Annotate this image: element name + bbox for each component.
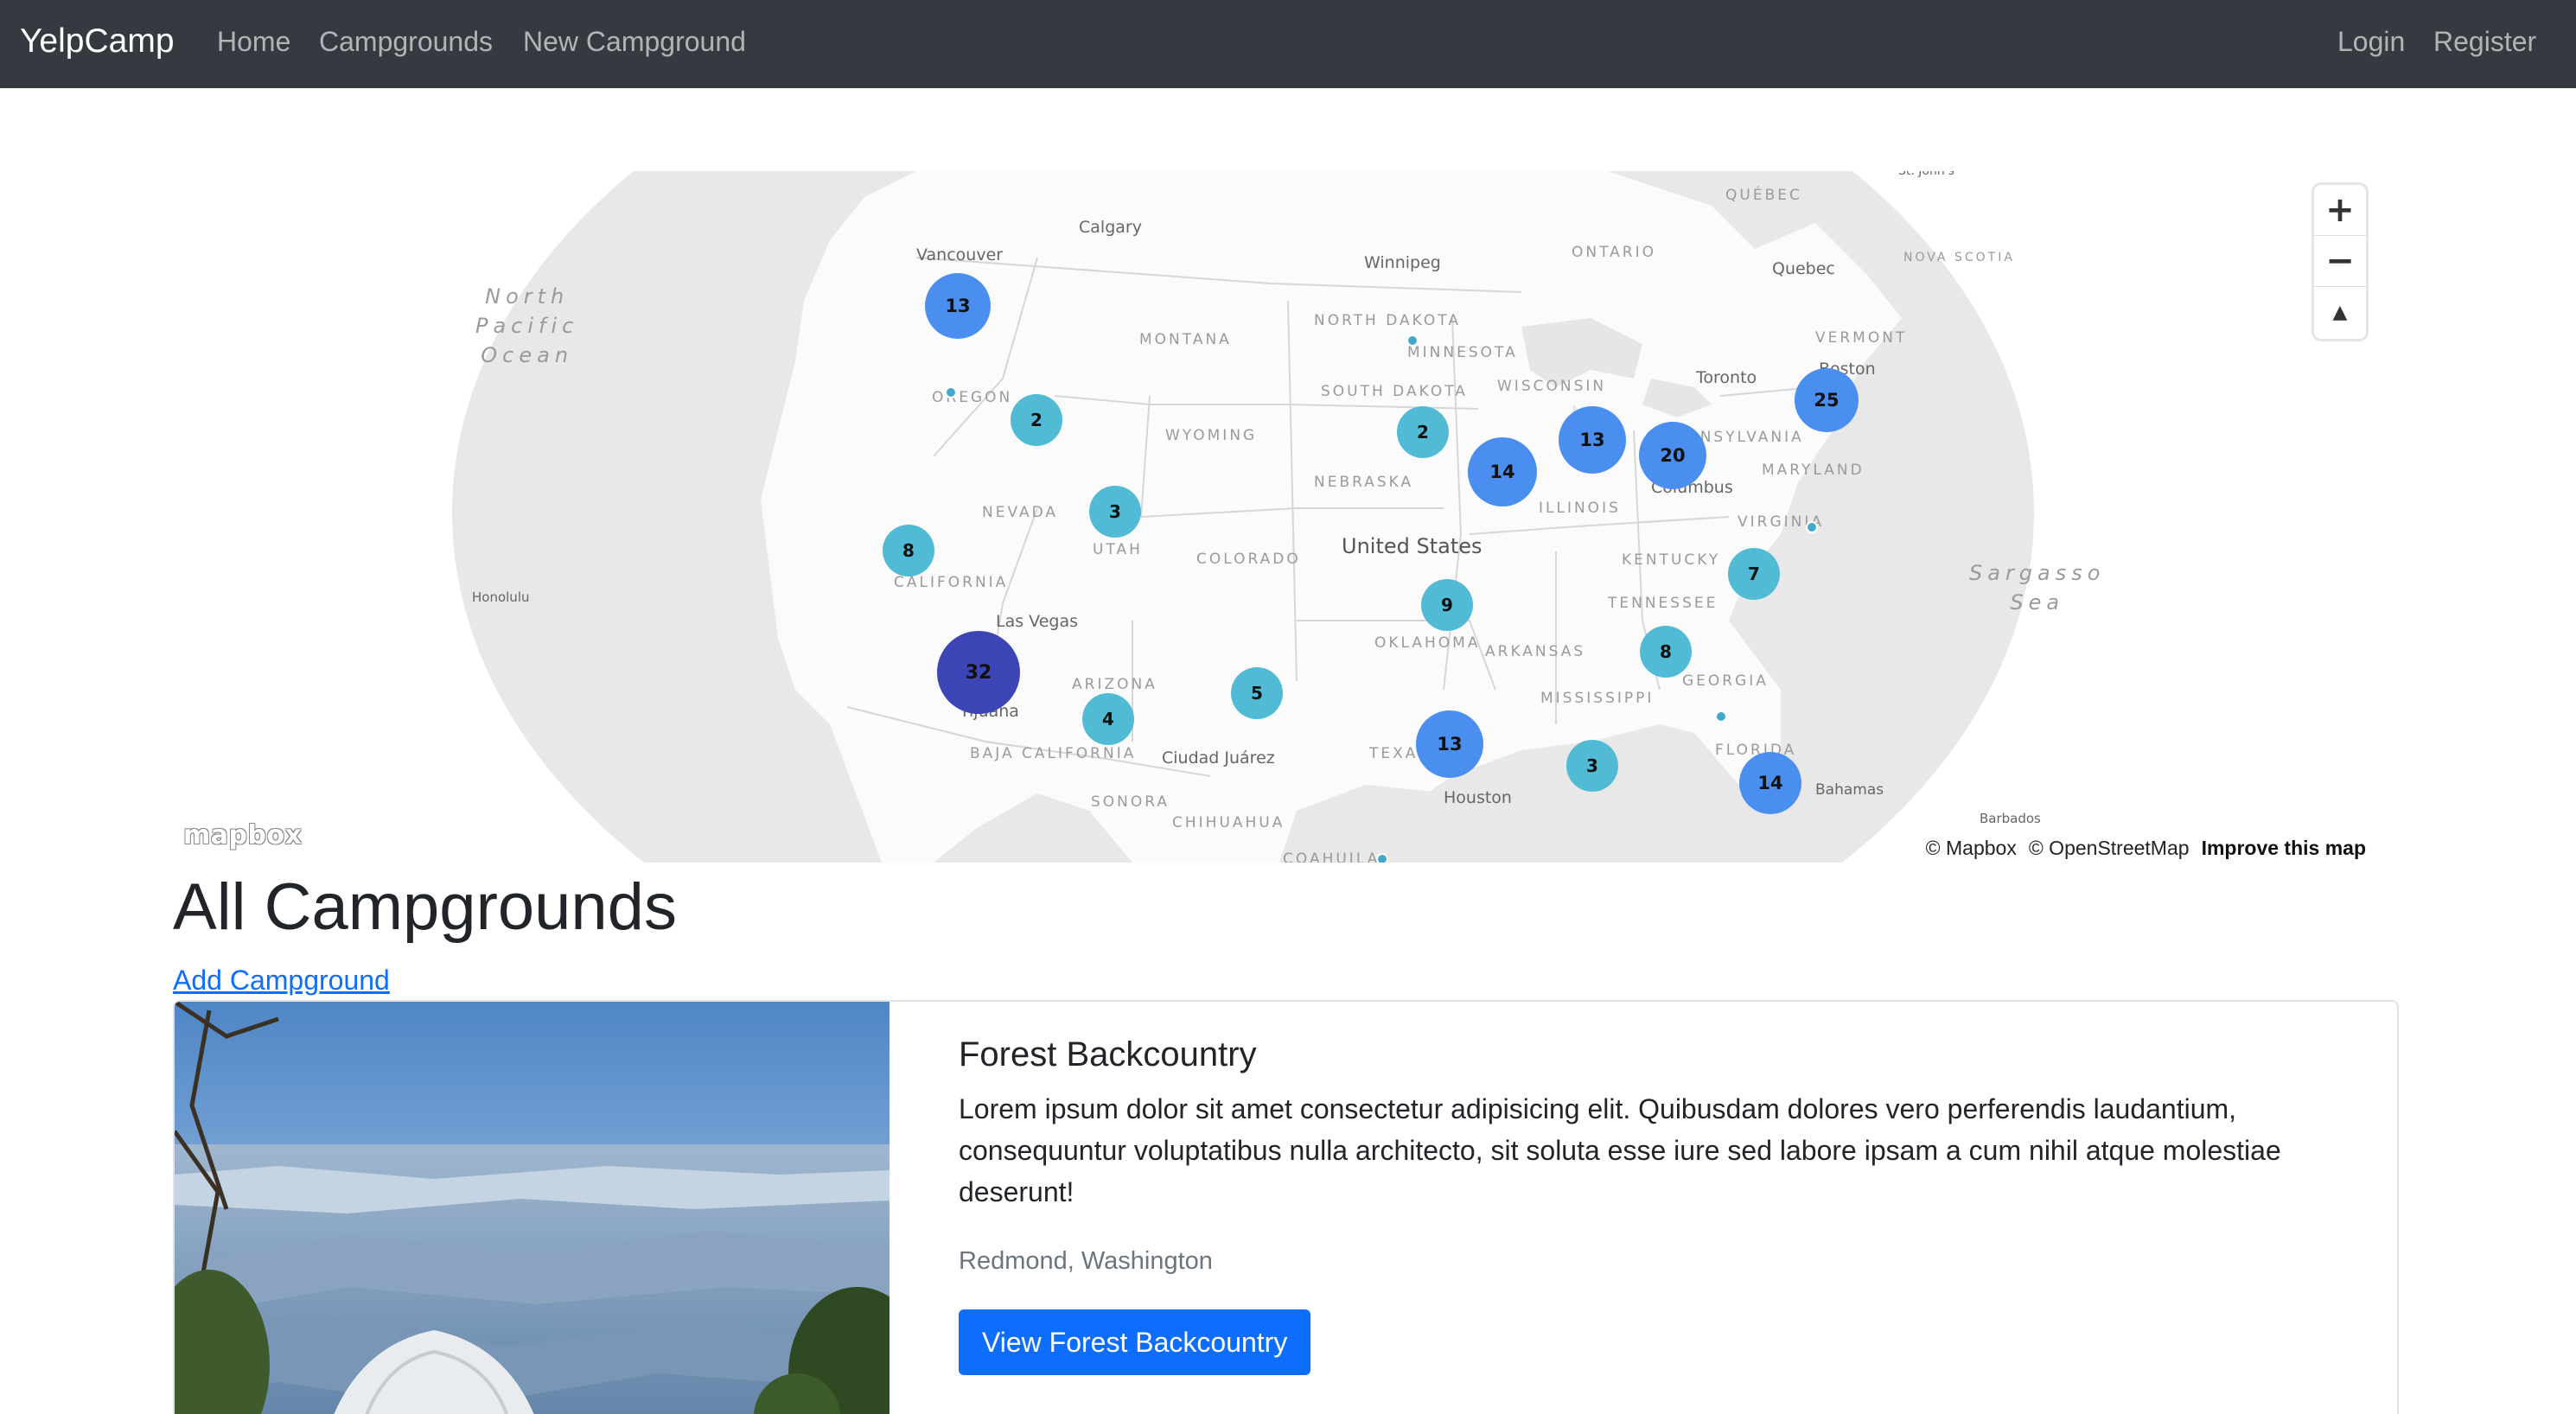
state-label: NEBRASKA: [1314, 474, 1414, 491]
state-label: ARKANSAS: [1485, 643, 1586, 660]
city-label: St. John's: [1898, 171, 1954, 178]
map-cluster[interactable]: 25: [1795, 368, 1859, 432]
state-label: ILLINOIS: [1539, 500, 1621, 517]
state-label: GEORGIA: [1682, 672, 1769, 690]
campground-card: Forest Backcountry Lorem ipsum dolor sit…: [173, 1000, 2399, 1414]
state-label: WYOMING: [1165, 427, 1258, 444]
state-label: VERMONT: [1815, 329, 1908, 347]
navbar: YelpCamp Home Campgrounds New Campground…: [0, 0, 2576, 88]
nav-campgrounds[interactable]: Campgrounds: [319, 19, 493, 64]
nav-home[interactable]: Home: [217, 19, 290, 64]
campground-point[interactable]: [945, 386, 957, 398]
map-cluster[interactable]: 13: [1416, 710, 1483, 778]
state-label: MINNESOTA: [1407, 344, 1518, 361]
city-label: Toronto: [1696, 368, 1757, 387]
zoom-in-button[interactable]: +: [2314, 185, 2366, 236]
campground-image: [175, 1002, 889, 1414]
state-label: COAHUILA: [1283, 850, 1380, 863]
city-label: Bahamas: [1815, 781, 1884, 799]
city-label: Las Vegas: [996, 612, 1078, 631]
campground-title: Forest Backcountry: [959, 1035, 1257, 1073]
campground-point[interactable]: [1406, 334, 1419, 347]
compass-icon[interactable]: ▲: [2314, 287, 2366, 338]
map-cluster[interactable]: 7: [1728, 548, 1780, 600]
state-label: COLORADO: [1196, 551, 1301, 568]
nav-new-campground[interactable]: New Campground: [523, 19, 746, 64]
state-label: NORTH DAKOTA: [1314, 312, 1461, 329]
map-cluster[interactable]: 14: [1468, 437, 1537, 506]
cluster-map[interactable]: North Pacific Ocean Sargasso Sea United Sta…: [173, 171, 2399, 863]
state-label: QUÉBEC: [1725, 187, 1802, 204]
state-label: CHIHUAHUA: [1172, 814, 1285, 831]
map-basemap: [452, 171, 2034, 863]
page-title: All Campgrounds: [173, 870, 677, 944]
zoom-out-button[interactable]: −: [2314, 236, 2366, 287]
state-label: OKLAHOMA: [1374, 634, 1481, 652]
city-label: Winnipeg: [1364, 253, 1441, 272]
view-campground-button[interactable]: View Forest Backcountry: [959, 1309, 1311, 1375]
nav-register[interactable]: Register: [2433, 19, 2536, 64]
state-label: CALIFORNIA: [894, 574, 1009, 591]
improve-map-link[interactable]: Improve this map: [2202, 837, 2366, 860]
state-label: TENNESSEE: [1608, 595, 1718, 612]
country-label: United States: [1342, 534, 1482, 558]
campground-point[interactable]: [1806, 521, 1818, 533]
state-label: NOVA SCOTIA: [1903, 251, 2015, 264]
attribution-mapbox[interactable]: © Mapbox: [1926, 837, 2017, 860]
sea-label: Sargasso Sea: [1969, 561, 2106, 615]
add-campground-link[interactable]: Add Campground: [173, 961, 390, 999]
state-label: KENTUCKY: [1622, 551, 1721, 569]
map-cluster[interactable]: 8: [1640, 626, 1692, 678]
state-label: NEVADA: [982, 504, 1059, 521]
map-cluster[interactable]: 3: [1089, 486, 1141, 538]
city-label: Quebec: [1772, 259, 1835, 278]
state-label: SOUTH DAKOTA: [1321, 383, 1468, 400]
state-label: MISSISSIPPI: [1540, 690, 1655, 707]
city-label: Barbados: [1980, 811, 2041, 826]
state-label: SONORA: [1091, 793, 1170, 811]
map-cluster[interactable]: 14: [1739, 752, 1801, 814]
map-cluster[interactable]: 4: [1082, 693, 1134, 745]
map-cluster[interactable]: 9: [1421, 579, 1473, 631]
ocean-label: North Pacific Ocean: [475, 284, 579, 367]
map-cluster[interactable]: 2: [1397, 406, 1449, 458]
campground-point[interactable]: [1715, 710, 1727, 723]
city-label: Honolulu: [472, 589, 530, 605]
nav-login[interactable]: Login: [2337, 19, 2405, 64]
city-label: Ciudad Juárez: [1162, 748, 1275, 768]
campground-point[interactable]: [1376, 853, 1388, 863]
campground-location: Redmond, Washington: [959, 1247, 1213, 1275]
attribution-osm[interactable]: © OpenStreetMap: [2029, 837, 2190, 860]
map-cluster[interactable]: 13: [1559, 406, 1626, 474]
state-label: ONTARIO: [1572, 244, 1656, 261]
brand-logo[interactable]: YelpCamp: [20, 19, 175, 64]
city-label: Houston: [1444, 788, 1512, 807]
map-cluster[interactable]: 20: [1639, 422, 1706, 489]
state-label: WISCONSIN: [1497, 378, 1607, 395]
state-label: BAJA CALIFORNIA: [970, 745, 1137, 762]
state-label: MARYLAND: [1762, 462, 1865, 479]
city-label: Vancouver: [916, 245, 1004, 264]
map-cluster[interactable]: 3: [1566, 740, 1618, 792]
map-cluster[interactable]: 32: [937, 631, 1020, 714]
city-label: Calgary: [1079, 218, 1142, 237]
map-attribution: © Mapbox © OpenStreetMap Improve this ma…: [1915, 833, 2399, 863]
map-navigation-control: + − ▲: [2314, 185, 2366, 339]
state-label: OREGON: [932, 389, 1013, 406]
state-label: MONTANA: [1139, 331, 1232, 348]
map-cluster[interactable]: 5: [1231, 667, 1283, 719]
map-cluster[interactable]: 13: [925, 273, 991, 339]
state-label: ARIZONA: [1072, 676, 1157, 693]
map-cluster[interactable]: 2: [1011, 394, 1062, 446]
state-label: UTAH: [1093, 541, 1143, 558]
mapbox-logo[interactable]: mapbox: [183, 820, 302, 850]
campground-description: Lorem ipsum dolor sit amet consectetur a…: [959, 1093, 2281, 1207]
map-cluster[interactable]: 8: [883, 525, 934, 576]
